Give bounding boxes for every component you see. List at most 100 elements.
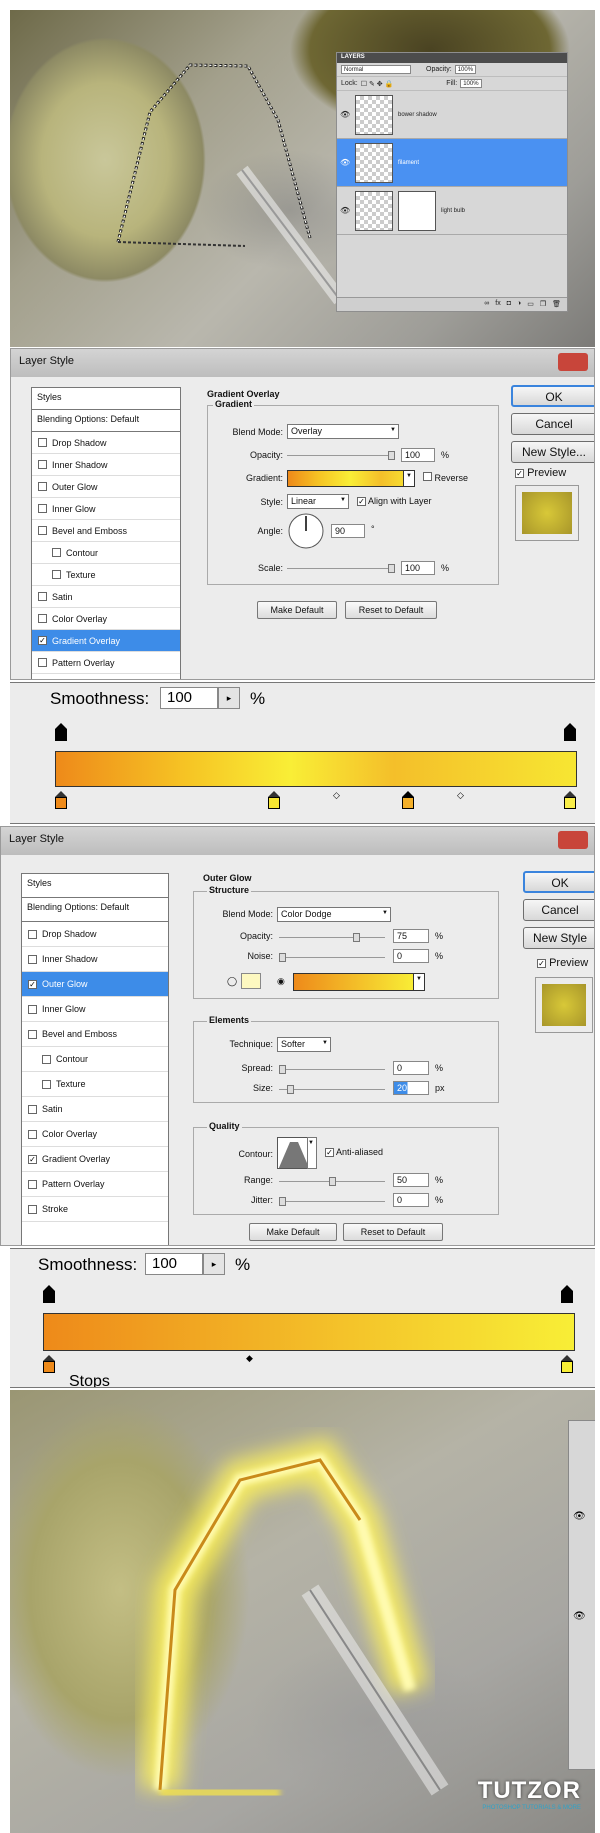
opacity-stop-left[interactable] <box>55 723 69 741</box>
make-default-button[interactable]: Make Default <box>257 601 337 619</box>
style-checkbox[interactable] <box>28 954 37 964</box>
eye-icon[interactable]: 👁 <box>340 158 350 167</box>
color-stop-4[interactable] <box>564 791 578 809</box>
scale-field[interactable]: 100 <box>401 561 435 575</box>
style-item[interactable]: Inner Glow <box>22 997 168 1022</box>
style-item[interactable]: Pattern Overlay <box>22 1172 168 1197</box>
style-item[interactable]: Inner Shadow <box>32 454 180 476</box>
cancel-button[interactable]: Cancel <box>523 899 594 921</box>
style-checkbox[interactable] <box>42 1079 51 1089</box>
reverse-checkbox[interactable]: Reverse <box>423 472 468 483</box>
smoothness-field[interactable]: 100 <box>160 687 218 709</box>
technique-select[interactable]: Softer <box>277 1037 331 1052</box>
style-checkbox[interactable] <box>28 1004 37 1014</box>
style-checkbox[interactable] <box>38 504 47 513</box>
size-knob[interactable] <box>286 1085 294 1094</box>
opacity-stop-left[interactable] <box>43 1285 57 1303</box>
spread-slider[interactable] <box>279 1065 385 1074</box>
angle-dial[interactable] <box>287 512 325 550</box>
opacity-stop-right[interactable] <box>564 723 578 741</box>
smoothness-field[interactable]: 100 <box>145 1253 203 1275</box>
reset-default-button[interactable]: Reset to Default <box>343 1223 443 1241</box>
fx-icon[interactable]: fx <box>495 300 500 309</box>
style-item[interactable]: Texture <box>32 564 180 586</box>
style-checkbox[interactable] <box>28 1129 37 1139</box>
adjustment-icon[interactable]: ◑ <box>517 300 521 309</box>
solid-color-radio[interactable]: ◯ <box>227 976 237 987</box>
midpoint-diamond-1[interactable]: ◇ <box>333 790 340 801</box>
style-checkbox[interactable] <box>38 438 47 447</box>
new-style-button[interactable]: New Style... <box>511 441 594 463</box>
opacity-knob[interactable] <box>388 451 395 460</box>
style-item[interactable]: Drop Shadow <box>22 922 168 947</box>
color-stop-2[interactable] <box>268 791 282 809</box>
glow-gradient-picker[interactable] <box>293 973 415 991</box>
layer-opacity-field[interactable]: 100% <box>454 65 477 74</box>
close-icon[interactable] <box>558 353 588 371</box>
style-item[interactable]: Drop Shadow <box>32 432 180 454</box>
style-item[interactable]: Pattern Overlay <box>32 652 180 674</box>
new-style-button[interactable]: New Style <box>523 927 594 949</box>
style-checkbox[interactable] <box>28 1104 37 1114</box>
blend-mode-select[interactable]: Color Dodge <box>277 907 391 922</box>
size-slider[interactable] <box>279 1085 385 1094</box>
noise-field[interactable]: 0 <box>393 949 429 963</box>
color-stop-3[interactable] <box>402 791 416 809</box>
styles-header[interactable]: Styles <box>32 388 180 410</box>
style-checkbox[interactable] <box>42 1054 51 1064</box>
color-stop-2[interactable] <box>561 1355 575 1373</box>
style-item[interactable]: Contour <box>22 1047 168 1072</box>
smoothness-arrow-button[interactable]: ▸ <box>203 1253 225 1275</box>
make-default-button[interactable]: Make Default <box>249 1223 337 1241</box>
layers-footer-icons[interactable]: ∞ fx ◘ ◑ ▭ ❐ 🗑 <box>337 297 567 311</box>
contour-dropdown-arrow[interactable] <box>307 1137 317 1169</box>
layer-blend-select[interactable]: Normal <box>341 65 411 74</box>
eye-icon[interactable]: 👁 <box>573 1511 586 1522</box>
style-checkbox[interactable]: ✓ <box>28 1154 37 1164</box>
jitter-slider[interactable] <box>279 1197 385 1206</box>
style-checkbox[interactable]: ✓ <box>28 979 37 989</box>
range-slider[interactable] <box>279 1177 385 1186</box>
fill-field[interactable]: 100% <box>460 79 482 88</box>
style-checkbox[interactable] <box>38 460 47 469</box>
scale-knob[interactable] <box>388 564 395 573</box>
style-item[interactable]: Inner Shadow <box>22 947 168 972</box>
preview-checkbox[interactable]: ✓ Preview <box>537 957 588 969</box>
eye-icon[interactable]: 👁 <box>573 1611 586 1622</box>
style-item[interactable]: ✓ Gradient Overlay <box>22 1147 168 1172</box>
style-checkbox[interactable] <box>38 592 47 601</box>
spread-field[interactable]: 0 <box>393 1061 429 1075</box>
layer-row[interactable]: 👁 filament <box>337 139 567 187</box>
close-icon[interactable] <box>558 831 588 849</box>
folder-icon[interactable]: ▭ <box>527 300 534 309</box>
gradient-picker[interactable] <box>287 470 413 487</box>
opacity-stop-right[interactable] <box>561 1285 575 1303</box>
style-checkbox[interactable] <box>28 929 37 939</box>
layer-row[interactable]: 👁 light bulb <box>337 187 567 235</box>
noise-knob[interactable] <box>279 953 286 962</box>
styles-header[interactable]: Styles <box>22 874 168 898</box>
opacity-slider[interactable] <box>279 933 385 942</box>
style-checkbox[interactable] <box>52 548 61 557</box>
style-checkbox[interactable] <box>38 482 47 491</box>
new-layer-icon[interactable]: ❐ <box>540 300 546 309</box>
style-item[interactable]: Satin <box>22 1097 168 1122</box>
gradient-preview-bar[interactable] <box>55 751 577 787</box>
noise-slider[interactable] <box>279 953 385 962</box>
style-item[interactable]: ✓ Gradient Overlay <box>32 630 180 652</box>
range-field[interactable]: 50 <box>393 1173 429 1187</box>
opacity-slider[interactable] <box>287 451 395 460</box>
mask-icon[interactable]: ◘ <box>507 300 511 309</box>
style-checkbox[interactable] <box>38 658 47 667</box>
style-item[interactable]: Color Overlay <box>32 608 180 630</box>
contour-picker[interactable] <box>277 1137 309 1169</box>
cancel-button[interactable]: Cancel <box>511 413 594 435</box>
preview-checkbox[interactable]: ✓ Preview <box>515 467 566 479</box>
blend-mode-select[interactable]: Overlay <box>287 424 399 439</box>
style-select[interactable]: Linear <box>287 494 349 509</box>
gradient-preview-bar[interactable] <box>43 1313 575 1351</box>
style-checkbox[interactable] <box>28 1179 37 1189</box>
scale-slider[interactable] <box>287 564 395 573</box>
blending-options[interactable]: Blending Options: Default <box>22 898 168 922</box>
color-stop-1[interactable] <box>43 1355 57 1373</box>
